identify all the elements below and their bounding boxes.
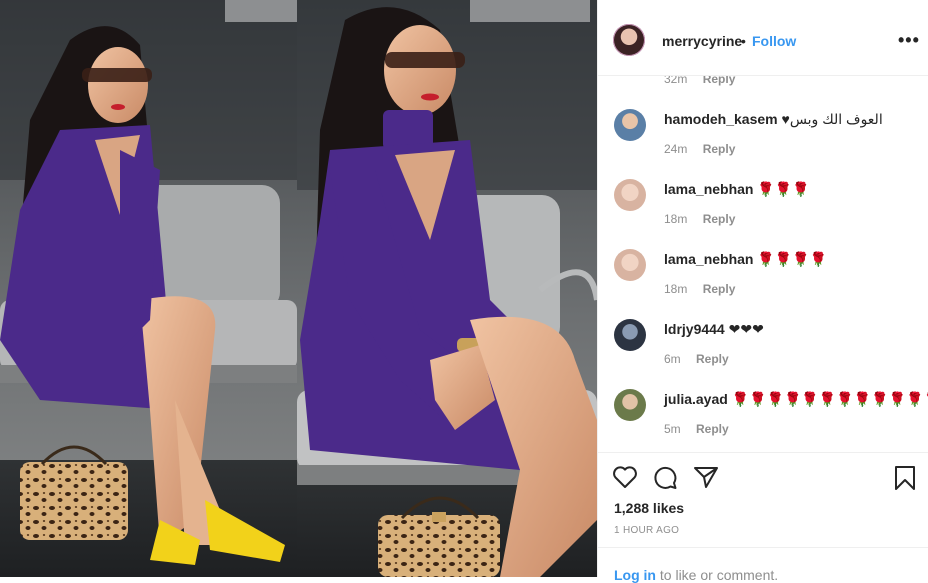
author-avatar[interactable] <box>613 24 645 56</box>
reply-button[interactable]: Reply <box>703 76 736 86</box>
photo-left-panel <box>0 0 297 577</box>
comment-time: 5m <box>664 422 681 436</box>
comment-text: lama_nebhan 🌹🌹🌹 <box>664 181 810 198</box>
comment-meta: 5m Reply <box>664 422 729 436</box>
comment-text: julia.ayad 🌹🌹🌹🌹🌹🌹🌹🌹🌹🌹🌹🌹🌹🌹🌹🌹 <box>664 391 928 408</box>
post-photo-illustration <box>0 0 597 577</box>
commenter-username[interactable]: hamodeh_kasem <box>664 111 778 127</box>
author-username[interactable]: merrycyrine <box>662 33 742 49</box>
comment-time: 6m <box>664 352 681 366</box>
comment-meta: 18m Reply <box>664 212 735 226</box>
comment-time: 32m <box>664 76 688 86</box>
comment-text: lama_nebhan 🌹🌹🌹🌹 <box>664 251 827 268</box>
comment-time: 18m <box>664 212 688 226</box>
commenter-username[interactable]: lama_nebhan <box>664 251 753 267</box>
comment-meta: 24m Reply <box>664 142 735 156</box>
comments-list[interactable]: 32m Reply hamodeh_kasem ♥العوف الك وبس 2… <box>598 76 928 452</box>
reply-button[interactable]: Reply <box>703 212 736 226</box>
post-side-panel: merrycyrine • Follow ••• 32m Reply hamod… <box>597 0 928 583</box>
bookmark-icon[interactable] <box>894 465 916 496</box>
login-text: Log in to like or comment. <box>614 567 778 583</box>
commenter-avatar[interactable] <box>614 389 646 421</box>
commenter-username[interactable]: julia.ayad <box>664 391 728 407</box>
commenter-username[interactable]: lama_nebhan <box>664 181 753 197</box>
comment-body: 🌹🌹🌹 <box>757 181 810 197</box>
share-icon[interactable] <box>693 465 719 494</box>
comment-body: ♥العوف الك وبس <box>781 111 883 127</box>
commenter-avatar[interactable] <box>614 319 646 351</box>
separator-dot: • <box>741 33 746 49</box>
login-rest: to like or comment. <box>656 567 779 583</box>
comment-time: 24m <box>664 142 688 156</box>
comment-time: 18m <box>664 282 688 296</box>
photo-right-panel <box>297 0 597 577</box>
follow-button[interactable]: Follow <box>752 33 796 49</box>
reply-button[interactable]: Reply <box>703 282 736 296</box>
reply-button[interactable]: Reply <box>696 352 729 366</box>
post-actions: 1,288 likes 1 HOUR AGO <box>598 452 928 547</box>
comment-body: ❤❤❤ <box>728 321 764 337</box>
comment-text: ldrjy9444 ❤❤❤ <box>664 321 764 338</box>
comment-icon[interactable] <box>652 465 678 496</box>
post-header: merrycyrine • Follow ••• <box>598 0 928 76</box>
commenter-avatar[interactable] <box>614 109 646 141</box>
reply-button[interactable]: Reply <box>703 142 736 156</box>
comment-body: 🌹🌹🌹🌹🌹🌹🌹🌹🌹🌹🌹🌹🌹🌹🌹🌹 <box>731 391 928 407</box>
comment-meta: 18m Reply <box>664 282 735 296</box>
likes-count[interactable]: 1,288 likes <box>614 500 684 516</box>
post-timestamp: 1 HOUR AGO <box>614 525 680 536</box>
commenter-username[interactable]: ldrjy9444 <box>664 321 725 337</box>
comment-body: 🌹🌹🌹🌹 <box>757 251 828 267</box>
commenter-avatar[interactable] <box>614 249 646 281</box>
login-prompt: Log in to like or comment. <box>598 547 928 583</box>
heart-icon[interactable] <box>612 465 638 494</box>
commenter-avatar[interactable] <box>614 179 646 211</box>
post-image[interactable] <box>0 0 597 577</box>
login-link[interactable]: Log in <box>614 567 656 583</box>
comment-text: hamodeh_kasem ♥العوف الك وبس <box>664 111 883 128</box>
reply-button[interactable]: Reply <box>696 422 729 436</box>
more-options-icon[interactable]: ••• <box>898 30 920 51</box>
comment-meta: 32m Reply <box>664 76 735 86</box>
comment-meta: 6m Reply <box>664 352 729 366</box>
